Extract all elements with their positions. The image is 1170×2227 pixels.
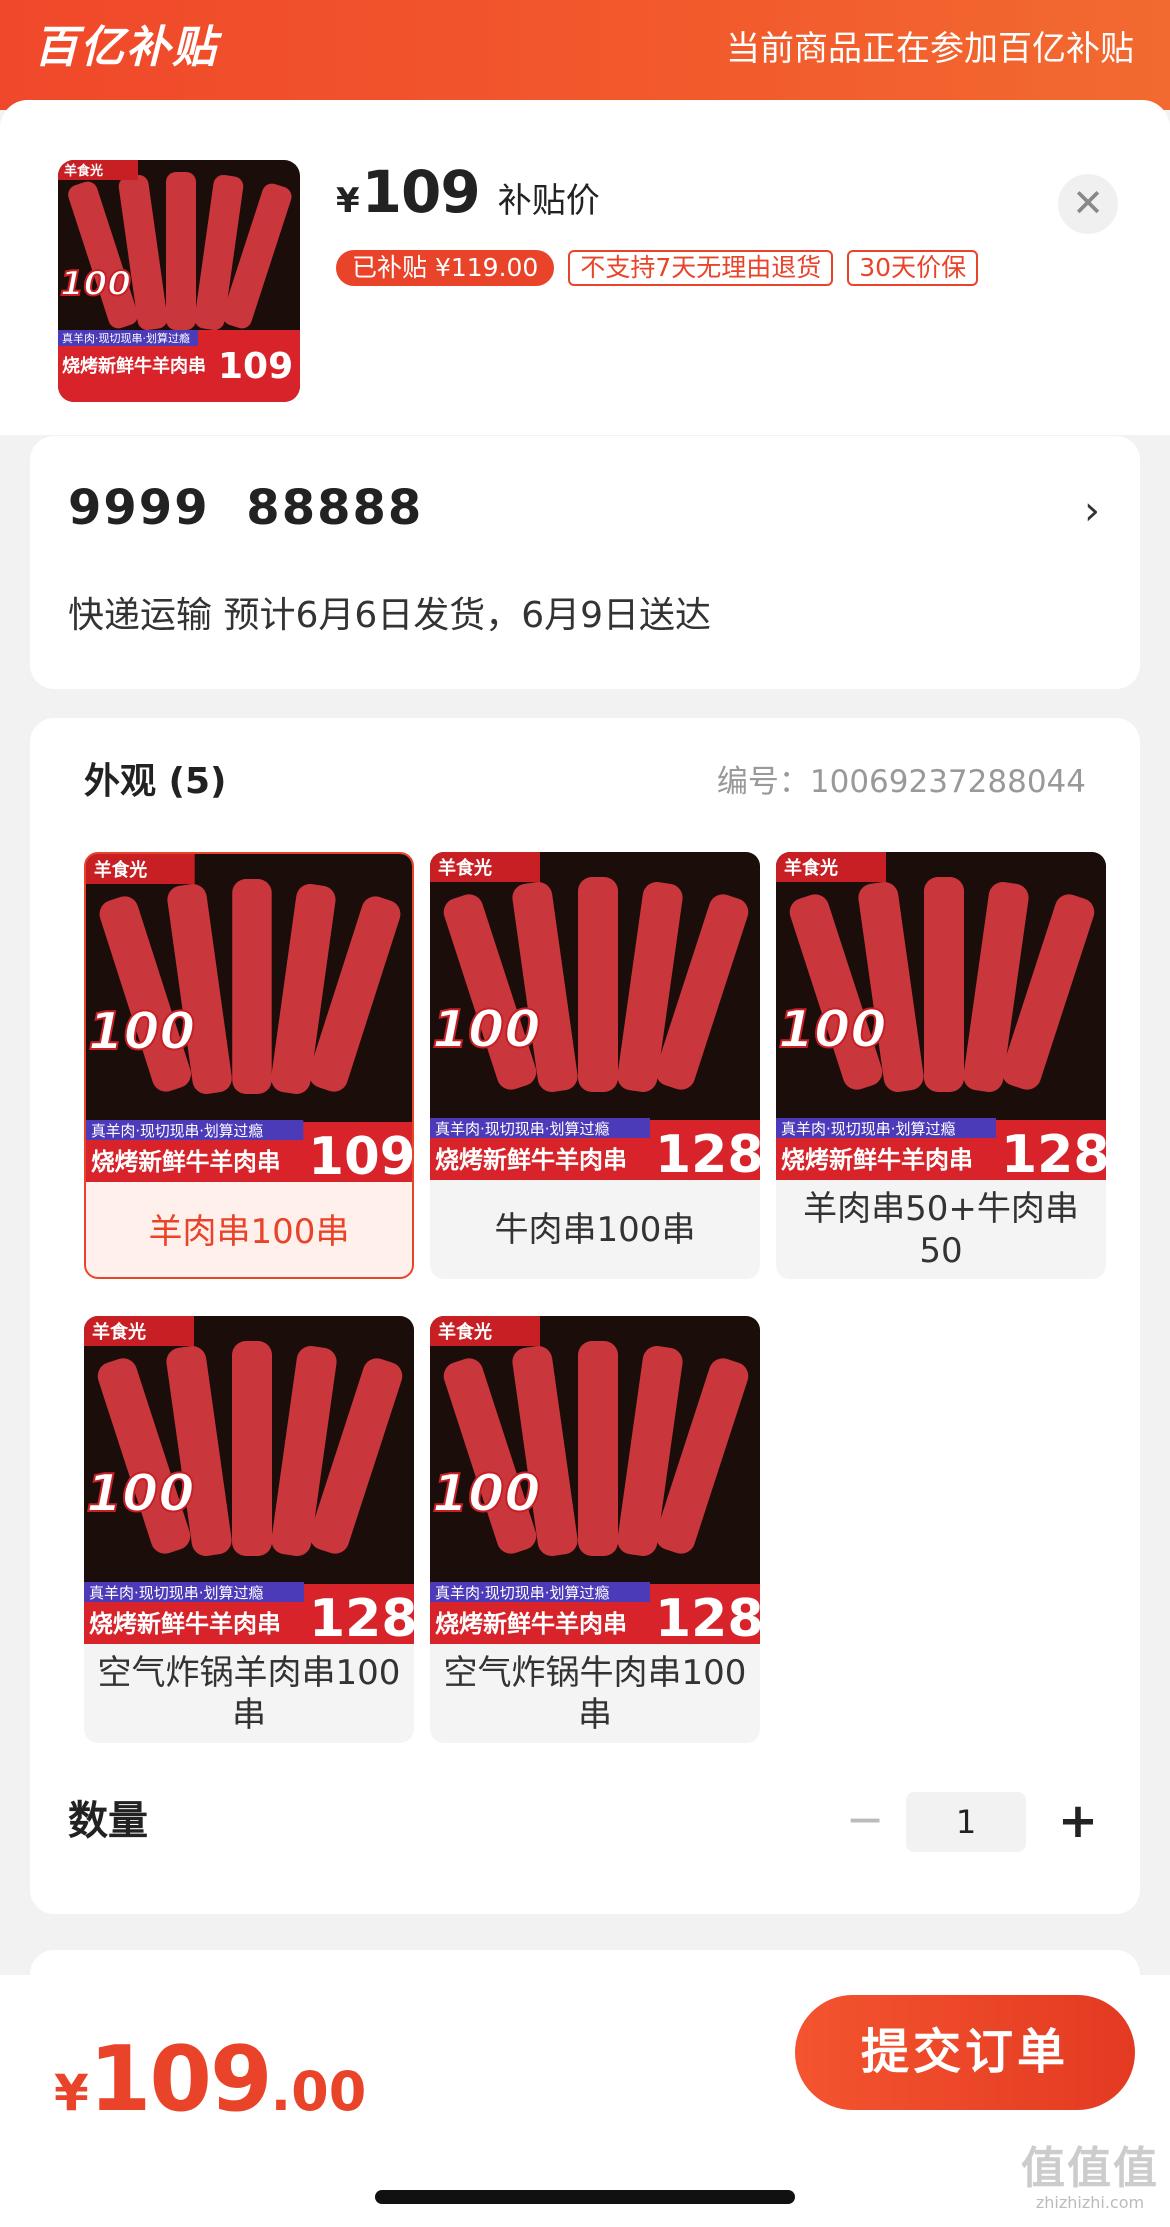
- quantity-plus-button[interactable]: +: [1050, 1792, 1106, 1852]
- subsidy-price: ¥ 109 补贴价: [336, 158, 600, 228]
- option-name: 烧烤新鲜牛羊肉串: [435, 1146, 627, 1174]
- product-header: 羊食光 100 真羊肉·现切现串·划算过瘾 烧烤新鲜牛羊肉串 109 ¥ 109…: [0, 100, 1170, 435]
- option-price: 128: [655, 1125, 760, 1180]
- total-currency: ¥: [54, 2064, 89, 2122]
- quantity-label: 数量: [68, 1798, 148, 1844]
- watermark-url: zhizhizhi.com: [1035, 2193, 1145, 2212]
- option-brand: 羊食光: [438, 857, 492, 879]
- option-image: 羊食光 100 真羊肉·现切现串·划算过瘾 烧烤新鲜牛羊肉串 128: [84, 1316, 414, 1644]
- option-image: 羊食光 100 真羊肉·现切现串·划算过瘾 烧烤新鲜牛羊肉串 109: [86, 854, 412, 1182]
- option-image: 羊食光 100 真羊肉·现切现串·划算过瘾 烧烤新鲜牛羊肉串 128: [430, 1316, 760, 1644]
- close-icon: ✕: [1072, 181, 1104, 225]
- thumb-price: 109: [218, 346, 293, 387]
- option-slogan: 真羊肉·现切现串·划算过瘾: [781, 1120, 956, 1138]
- subsidy-logo: 百亿补贴: [34, 22, 218, 73]
- option-price: 109: [308, 1127, 412, 1182]
- option-brand: 羊食光: [438, 1321, 492, 1343]
- no-return-tag: 不支持7天无理由退货: [568, 250, 834, 286]
- price-tag: 补贴价: [497, 181, 600, 221]
- option-label: 牛肉串100串: [494, 1209, 696, 1250]
- chevron-right-icon[interactable]: ›: [1084, 488, 1100, 534]
- option-label: 空气炸锅牛肉串100串: [443, 1652, 747, 1735]
- spec-option-2[interactable]: 羊食光 100 真羊肉·现切现串·划算过瘾 烧烤新鲜牛羊肉串 128 羊肉串50…: [776, 852, 1106, 1279]
- total-price: ¥ 109 .00: [54, 2027, 366, 2132]
- option-count: 100: [88, 1002, 195, 1062]
- option-name: 烧烤新鲜牛羊肉串: [781, 1146, 973, 1174]
- option-image: 羊食光 100 真羊肉·现切现串·划算过瘾 烧烤新鲜牛羊肉串 128: [776, 852, 1106, 1180]
- option-count: 100: [86, 1464, 195, 1524]
- option-name: 烧烤新鲜牛羊肉串: [435, 1610, 627, 1638]
- close-button[interactable]: ✕: [1058, 174, 1118, 234]
- thumb-slogan: 真羊肉·现切现串·划算过瘾: [62, 331, 190, 345]
- submit-order-button[interactable]: 提交订单: [795, 1995, 1135, 2110]
- currency-symbol: ¥: [336, 181, 360, 221]
- option-slogan: 真羊肉·现切现串·划算过瘾: [89, 1584, 264, 1602]
- option-image: 羊食光 100 真羊肉·现切现串·划算过瘾 烧烤新鲜牛羊肉串 128: [430, 852, 760, 1180]
- option-name: 烧烤新鲜牛羊肉串: [89, 1610, 281, 1638]
- quantity-input[interactable]: 1: [906, 1792, 1026, 1852]
- option-slogan: 真羊肉·现切现串·划算过瘾: [435, 1120, 610, 1138]
- spec-option-3[interactable]: 羊食光 100 真羊肉·现切现串·划算过瘾 烧烤新鲜牛羊肉串 128 空气炸锅羊…: [84, 1316, 414, 1743]
- address-card[interactable]: 9999 88888 › 快递运输 预计6月6日发货，6月9日送达: [30, 436, 1140, 689]
- option-brand: 羊食光: [94, 859, 147, 881]
- home-indicator[interactable]: [375, 2190, 795, 2204]
- option-brand: 羊食光: [92, 1321, 146, 1343]
- option-label: 空气炸锅羊肉串100串: [97, 1652, 401, 1735]
- option-name: 烧烤新鲜牛羊肉串: [91, 1148, 281, 1176]
- option-price: 128: [309, 1589, 414, 1644]
- banner-note: 当前商品正在参加百亿补贴: [726, 29, 1134, 69]
- option-label: 羊肉串50+牛肉串50: [803, 1188, 1079, 1271]
- thumb-brand: 羊食光: [64, 163, 103, 179]
- option-count: 100: [432, 1000, 541, 1060]
- total-integer: 109: [88, 2027, 273, 2132]
- subsidized-tag: 已补贴 ¥119.00: [336, 250, 555, 286]
- thumb-count: 100: [60, 264, 131, 304]
- price-protect-tag: 30天价保: [847, 250, 979, 286]
- total-decimal: .00: [270, 2060, 367, 2123]
- watermark-logo: 值值值: [1021, 2143, 1159, 2194]
- option-count: 100: [778, 1000, 887, 1060]
- spec-option-1[interactable]: 羊食光 100 真羊肉·现切现串·划算过瘾 烧烤新鲜牛羊肉串 128 牛肉串10…: [430, 852, 760, 1279]
- address-text: 9999 88888: [68, 480, 424, 536]
- subsidy-banner: 百亿补贴 当前商品正在参加百亿补贴: [0, 0, 1170, 110]
- spec-title: 外观 (5): [84, 761, 227, 802]
- option-slogan: 真羊肉·现切现串·划算过瘾: [91, 1122, 263, 1140]
- thumb-name: 烧烤新鲜牛羊肉串: [62, 355, 206, 377]
- shipping-estimate: 快递运输 预计6月6日发货，6月9日送达: [68, 595, 712, 636]
- product-tags: 已补贴 ¥119.00 不支持7天无理由退货 30天价保: [336, 250, 979, 286]
- option-price: 128: [655, 1589, 760, 1644]
- product-thumbnail[interactable]: 羊食光 100 真羊肉·现切现串·划算过瘾 烧烤新鲜牛羊肉串 109: [58, 160, 300, 402]
- spec-card: 外观 (5) 编号：10069237288044 羊食光 100 真羊肉·现切现…: [30, 718, 1140, 1914]
- watermark: 值值值 zhizhizhi.com: [1020, 2143, 1160, 2213]
- spec-option-0[interactable]: 羊食光 100 真羊肉·现切现串·划算过瘾 烧烤新鲜牛羊肉串 109 羊肉串10…: [84, 852, 414, 1279]
- option-price: 128: [1001, 1125, 1106, 1180]
- quantity-minus-button[interactable]: −: [840, 1796, 890, 1846]
- option-label: 羊肉串100串: [148, 1211, 350, 1252]
- spec-option-4[interactable]: 羊食光 100 真羊肉·现切现串·划算过瘾 烧烤新鲜牛羊肉串 128 空气炸锅牛…: [430, 1316, 760, 1743]
- option-count: 100: [432, 1464, 541, 1524]
- product-code: 编号：10069237288044: [716, 764, 1086, 800]
- price-value: 109: [361, 158, 481, 226]
- option-slogan: 真羊肉·现切现串·划算过瘾: [435, 1584, 610, 1602]
- option-brand: 羊食光: [784, 857, 838, 879]
